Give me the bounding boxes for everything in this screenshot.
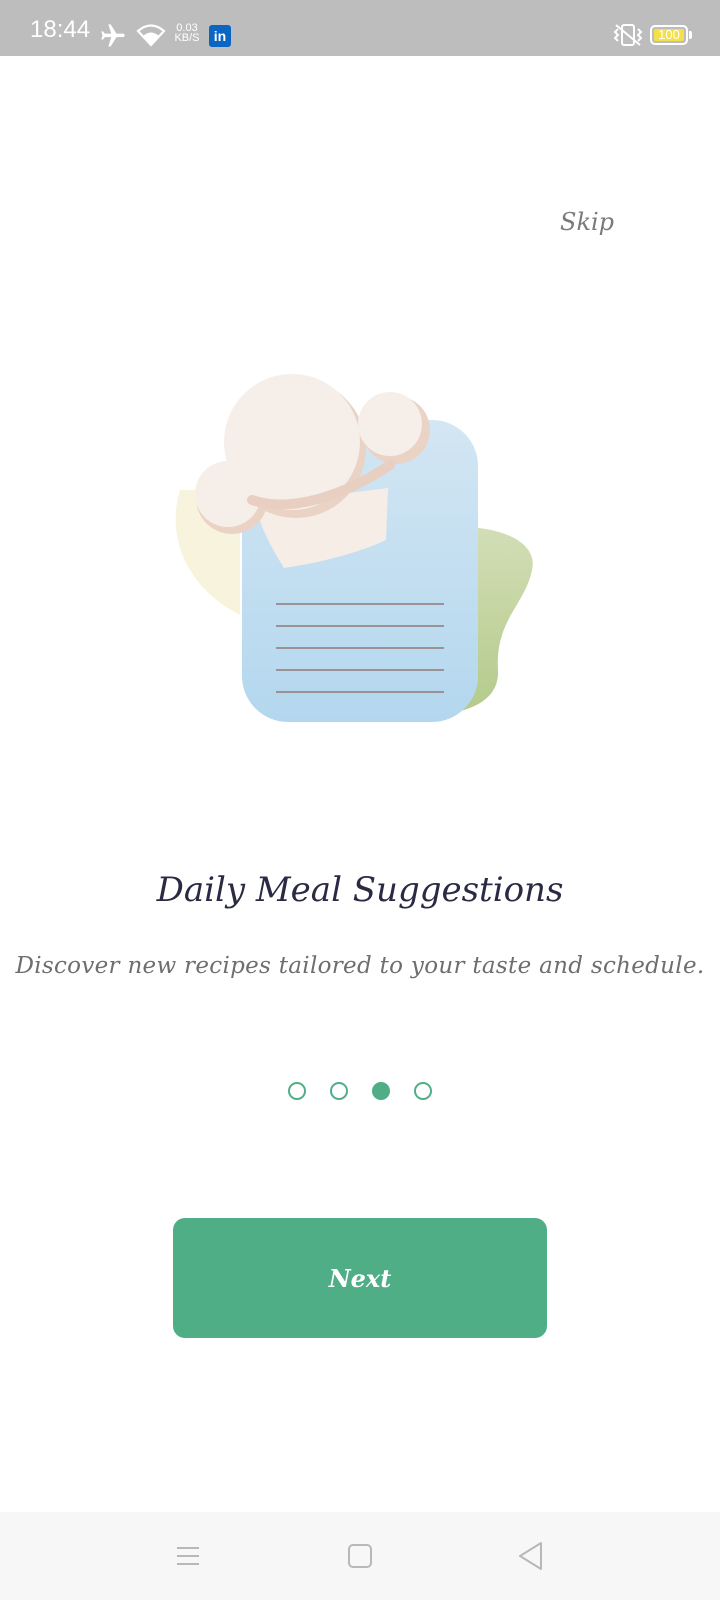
status-time: 18:44 [30, 16, 91, 43]
linkedin-label: in [213, 28, 227, 44]
onboarding-description: Discover new recipes tailored to your ta… [15, 953, 705, 979]
back-triangle-icon[interactable] [516, 1540, 546, 1572]
pagination-dot-2[interactable] [330, 1082, 348, 1100]
battery-tip [689, 31, 692, 39]
pagination-dot-4[interactable] [414, 1082, 432, 1100]
battery-icon: 100 [650, 25, 688, 45]
menu-icon[interactable] [174, 1542, 202, 1570]
recipe-chef-hat-illustration [175, 374, 533, 722]
skip-button[interactable]: Skip [560, 200, 630, 244]
battery-level: 100 [658, 27, 680, 42]
network-speed-unit: KB/S [174, 32, 200, 44]
system-navigation-bar [0, 1512, 720, 1600]
airplane-icon [101, 24, 125, 47]
pagination-dot-3-active[interactable] [372, 1082, 390, 1100]
home-square-icon[interactable] [346, 1542, 374, 1570]
pagination-indicator [0, 1082, 720, 1102]
wifi-icon [136, 24, 166, 47]
vibrate-icon [613, 24, 643, 46]
linkedin-icon: in [209, 25, 231, 47]
chef-hat-puff-right [358, 392, 422, 456]
network-speed: 0.03 KB/S [172, 23, 202, 44]
status-bar: 18:44 0.03 KB/S in 100 [0, 0, 720, 56]
next-button[interactable]: Next [173, 1218, 547, 1338]
pagination-dot-1[interactable] [288, 1082, 306, 1100]
onboarding-title: Daily Meal Suggestions [156, 870, 564, 910]
